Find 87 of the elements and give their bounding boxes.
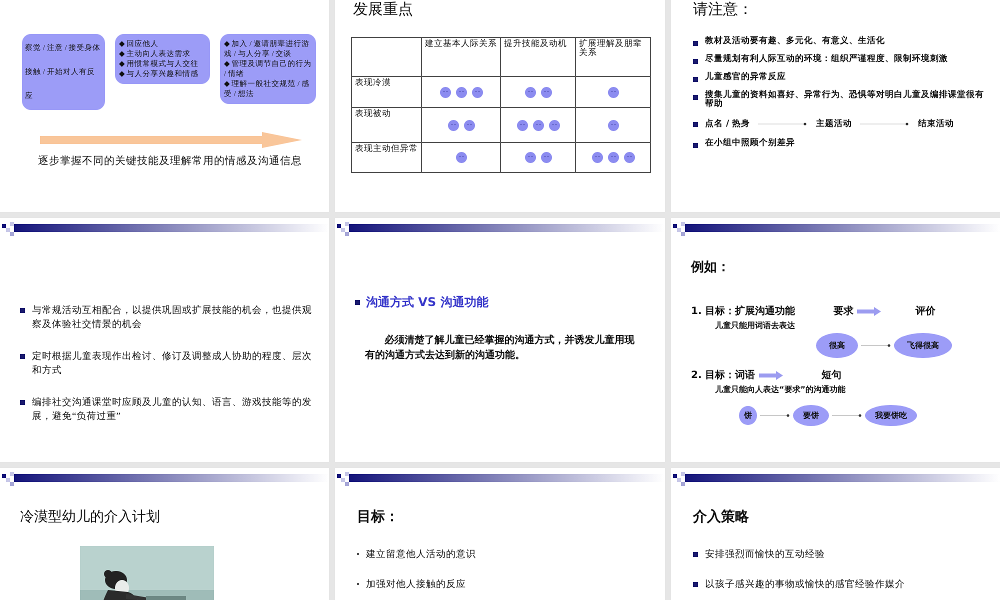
connector-arrow: [832, 413, 862, 418]
oval-node: 飞得很高: [894, 333, 952, 358]
smiley-icon: [456, 152, 466, 163]
slide-thumbnail[interactable]: 目标： 建立留意他人活动的意识 加强对他人接触的反应: [335, 468, 665, 600]
bullet-text: 定时根据儿童表现作出检讨、修订及调整成人协助的程度、层次和方式: [32, 350, 313, 378]
row-header: 表现被动: [352, 108, 422, 142]
bullet-square-icon: [20, 354, 25, 359]
goal-text: 要求: [833, 304, 854, 318]
smiley-icon: [516, 120, 528, 130]
bullet-text: 教材及活动要有趣、多元化、有意义、生活化: [705, 37, 885, 46]
slide-title: 例如：: [690, 259, 731, 276]
bullet-square-icon: [693, 143, 698, 148]
connector-arrow: [861, 343, 891, 348]
bullet-text: 编排社交沟通课堂时应顾及儿童的认知、语言、游戏技能等的发展，避免“负荷过重”: [32, 396, 313, 424]
oval-node: 我要饼吃: [865, 405, 917, 426]
bullet-text: 加强对他人接触的反应: [366, 578, 466, 592]
goal-text: 1. 目标：扩展沟通功能: [691, 304, 796, 318]
smiley-icon: [456, 86, 466, 98]
slide-title: 发展重点: [352, 0, 414, 19]
smiley-icon: [524, 152, 536, 163]
column-header: 扩展理解及朋辈关系: [576, 38, 650, 76]
note-text: 儿童只能用词语去表达: [715, 320, 796, 331]
oval-node: 要饼: [793, 405, 829, 426]
bullet-text: 以孩子感兴趣的事物或愉快的感官经验作媒介: [705, 578, 905, 592]
goal-text: 评价: [915, 304, 936, 318]
smiley-icon: [540, 152, 552, 163]
column-header: 提升技能及动机: [500, 38, 576, 76]
bullet-square-icon: [693, 122, 698, 127]
bullet-square-icon: [20, 400, 25, 405]
slide-heading: 沟通方式 VS 沟通功能: [366, 294, 488, 311]
bullet-text: 儿童感官的异常反应: [705, 73, 786, 82]
slide-thumbnail[interactable]: 发展重点 建立基本人际关系 提升技能及动机 扩展理解及朋辈关系 表现冷漠 表现被动 表现主动但异常: [335, 0, 665, 212]
bullet-text: 建立留意他人活动的意识: [366, 548, 476, 562]
smiley-icon: [532, 120, 544, 130]
slide-title: 目标：: [356, 508, 400, 526]
step-label: 点名 / 热身: [705, 118, 750, 130]
bullet-text: 与常规活动互相配合，以提供巩固或扩展技能的机会，也提供观察及体验社交情景的机会: [32, 304, 313, 332]
smiley-icon: [524, 86, 536, 98]
bullet-square-icon: [355, 300, 360, 305]
bullet-text: 在小组中照顾个别差异: [705, 139, 795, 148]
oval-node: 饼: [739, 406, 757, 425]
smiley-icon: [608, 120, 618, 130]
smiley-icon: [608, 86, 618, 98]
slide-thumbnail[interactable]: 沟通方式 VS 沟通功能 必须清楚了解儿童已经掌握的沟通方式，并诱发儿童用现有的沟通方式去达到新的沟通功能。: [335, 218, 665, 462]
body-text: 必须清楚了解儿童已经掌握的沟通方式，并诱发儿童用现有的沟通方式去达到新的沟通功能。: [365, 333, 636, 363]
connector-arrow: [758, 121, 808, 127]
bullet-text: 安排强烈而愉快的互动经验: [705, 548, 825, 562]
smiley-icon: [592, 152, 602, 163]
connector-arrow: [860, 121, 910, 127]
bullet-square-icon: [693, 77, 698, 82]
slide-thumbnail[interactable]: 与常规活动互相配合，以提供巩固或扩展技能的机会，也提供观察及体验社交情景的机会 定时根据儿童表现作出检讨、修订及调整成人协助的程度、层次和方式 编排社交沟通课堂时应顾及儿童的认知、语言、游戏技能等的发展，避免“负荷过重”: [0, 218, 329, 462]
row-header: 表现主动但异常: [352, 142, 422, 172]
step-label: 结束活动: [918, 118, 954, 130]
smiley-icon: [548, 120, 560, 130]
caption: 逐步掌握不同的关键技能及理解常用的情感及沟通信息: [38, 154, 303, 168]
bullet-square-icon: [693, 582, 698, 587]
arrow-icon: [857, 306, 882, 316]
smiley-icon: [440, 86, 450, 98]
note-text: 儿童只能向人表达“要求”的沟通功能: [715, 384, 847, 395]
goal-text: 短句: [821, 368, 842, 382]
smiley-icon: [540, 86, 552, 98]
column-header: 建立基本人际关系: [422, 38, 500, 76]
slide-title: 介入策略: [692, 508, 750, 526]
goal-text: 2. 目标：词语: [691, 368, 756, 382]
smiley-icon: [448, 120, 458, 130]
oval-node: 很高: [816, 333, 858, 358]
bullet-square-icon: [693, 552, 698, 557]
slide-title: 请注意：: [692, 0, 754, 19]
bullet-square-icon: [20, 308, 25, 313]
bullet-text: 搜集儿童的资料如喜好、异常行为、恐惧等对明白儿童及编排课堂很有帮助: [705, 91, 985, 109]
bullet-text: 尽量规划有利人际互动的环境：组织严谨程度、限制环境刺激: [705, 55, 948, 64]
slide-title: 冷漠型幼儿的介入计划: [19, 508, 161, 526]
smiley-icon: [472, 86, 482, 98]
row-header: 表现冷漠: [352, 76, 422, 108]
arrow-icon: [759, 370, 784, 380]
smiley-icon: [608, 152, 618, 163]
slide-thumbnail[interactable]: 介入策略 安排强烈而愉快的互动经验 以孩子感兴趣的事物或愉快的感官经验作媒介: [671, 468, 1000, 600]
step-label: 主题活动: [816, 118, 852, 130]
connector-arrow: [760, 413, 790, 418]
smiley-icon: [624, 152, 634, 163]
slide-thumbnail[interactable]: 例如： 1. 目标：扩展沟通功能 要求 评价 儿童只能用词语去表达 很高 飞得很高 2. 目标：词语 短句 儿童只能向人表达“要求”的沟通功能 饼 要饼 我要饼吃: [671, 218, 1000, 462]
slide-thumbnail[interactable]: 请注意： 教材及活动要有趣、多元化、有意义、生活化 尽量规划有利人际互动的环境：组织严谨程度、限制环境刺激 儿童感官的异常反应 搜集儿童的资料如喜好、异常行为、恐惧等对明白儿童及编排课堂很有帮助 点名 / 热身 主题活动 结束活动 在小组中照顾个别差异: [671, 0, 1000, 212]
bullet-square-icon: [693, 59, 698, 64]
slide-thumbnail[interactable]: 冷漠型幼儿的介入计划: [0, 468, 329, 600]
bullet-square-icon: [693, 41, 698, 46]
bullet-square-icon: [693, 95, 698, 100]
smiley-icon: [464, 120, 474, 130]
